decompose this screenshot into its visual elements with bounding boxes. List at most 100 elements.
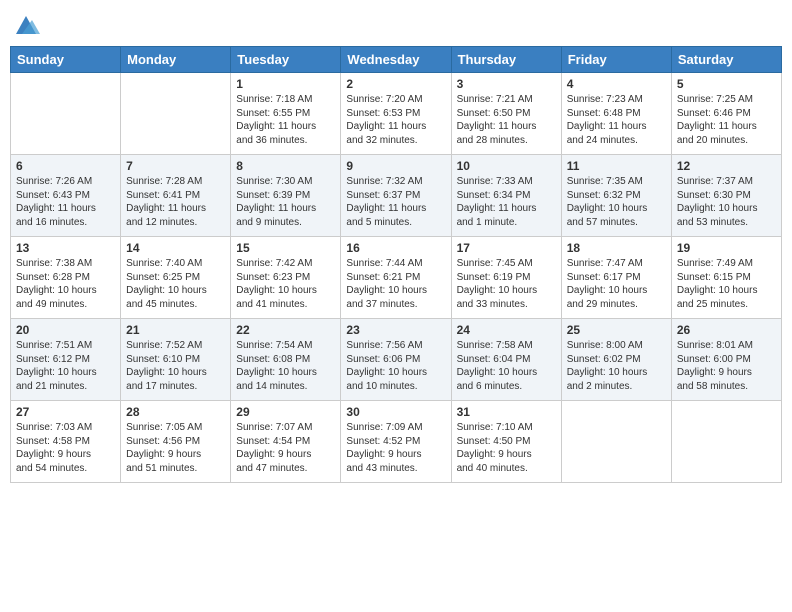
- day-number: 31: [457, 405, 556, 419]
- day-info: Sunrise: 8:01 AM Sunset: 6:00 PM Dayligh…: [677, 339, 776, 393]
- calendar-cell: 11 Sunrise: 7:35 AM Sunset: 6:32 PM Dayli…: [561, 155, 671, 237]
- day-info: Sunrise: 7:30 AM Sunset: 6:39 PM Dayligh…: [236, 175, 335, 229]
- day-info: Sunrise: 7:32 AM Sunset: 6:37 PM Dayligh…: [346, 175, 445, 229]
- calendar-week-3: 13 Sunrise: 7:38 AM Sunset: 6:28 PM Dayli…: [11, 237, 782, 319]
- day-number: 12: [677, 159, 776, 173]
- day-number: 2: [346, 77, 445, 91]
- day-info: Sunrise: 7:49 AM Sunset: 6:15 PM Dayligh…: [677, 257, 776, 311]
- day-number: 16: [346, 241, 445, 255]
- day-info: Sunrise: 7:03 AM Sunset: 4:58 PM Dayligh…: [16, 421, 115, 475]
- weekday-header-wednesday: Wednesday: [341, 47, 451, 73]
- calendar-cell: 30 Sunrise: 7:09 AM Sunset: 4:52 PM Dayli…: [341, 401, 451, 483]
- day-number: 5: [677, 77, 776, 91]
- day-number: 28: [126, 405, 225, 419]
- calendar-cell: 10 Sunrise: 7:33 AM Sunset: 6:34 PM Dayli…: [451, 155, 561, 237]
- calendar-cell: [11, 73, 121, 155]
- calendar-cell: 5 Sunrise: 7:25 AM Sunset: 6:46 PM Daylig…: [671, 73, 781, 155]
- calendar-cell: 27 Sunrise: 7:03 AM Sunset: 4:58 PM Dayli…: [11, 401, 121, 483]
- calendar-page: SundayMondayTuesdayWednesdayThursdayFrid…: [0, 0, 792, 612]
- day-info: Sunrise: 7:37 AM Sunset: 6:30 PM Dayligh…: [677, 175, 776, 229]
- day-number: 7: [126, 159, 225, 173]
- day-info: Sunrise: 7:18 AM Sunset: 6:55 PM Dayligh…: [236, 93, 335, 147]
- day-info: Sunrise: 7:38 AM Sunset: 6:28 PM Dayligh…: [16, 257, 115, 311]
- calendar-week-5: 27 Sunrise: 7:03 AM Sunset: 4:58 PM Dayli…: [11, 401, 782, 483]
- day-number: 17: [457, 241, 556, 255]
- weekday-header-tuesday: Tuesday: [231, 47, 341, 73]
- day-number: 21: [126, 323, 225, 337]
- calendar-cell: 23 Sunrise: 7:56 AM Sunset: 6:06 PM Dayli…: [341, 319, 451, 401]
- day-number: 4: [567, 77, 666, 91]
- calendar-week-4: 20 Sunrise: 7:51 AM Sunset: 6:12 PM Dayli…: [11, 319, 782, 401]
- day-info: Sunrise: 7:07 AM Sunset: 4:54 PM Dayligh…: [236, 421, 335, 475]
- day-number: 13: [16, 241, 115, 255]
- calendar-cell: 15 Sunrise: 7:42 AM Sunset: 6:23 PM Dayli…: [231, 237, 341, 319]
- calendar-cell: 17 Sunrise: 7:45 AM Sunset: 6:19 PM Dayli…: [451, 237, 561, 319]
- weekday-header-thursday: Thursday: [451, 47, 561, 73]
- day-number: 27: [16, 405, 115, 419]
- calendar-cell: 4 Sunrise: 7:23 AM Sunset: 6:48 PM Daylig…: [561, 73, 671, 155]
- calendar-cell: 24Sunrise: 7:58 AM Sunset: 6:04 PM Dayli…: [451, 319, 561, 401]
- logo-icon: [12, 10, 40, 38]
- header: [10, 10, 782, 38]
- day-number: 30: [346, 405, 445, 419]
- day-info: Sunrise: 7:56 AM Sunset: 6:06 PM Dayligh…: [346, 339, 445, 393]
- calendar-cell: 6 Sunrise: 7:26 AM Sunset: 6:43 PM Daylig…: [11, 155, 121, 237]
- calendar-cell: 13 Sunrise: 7:38 AM Sunset: 6:28 PM Dayli…: [11, 237, 121, 319]
- day-info: Sunrise: 7:33 AM Sunset: 6:34 PM Dayligh…: [457, 175, 556, 229]
- calendar-cell: 18Sunrise: 7:47 AM Sunset: 6:17 PM Dayli…: [561, 237, 671, 319]
- weekday-header-sunday: Sunday: [11, 47, 121, 73]
- calendar-cell: 21Sunrise: 7:52 AM Sunset: 6:10 PM Dayli…: [121, 319, 231, 401]
- calendar-cell: 9 Sunrise: 7:32 AM Sunset: 6:37 PM Daylig…: [341, 155, 451, 237]
- day-info: Sunrise: 7:44 AM Sunset: 6:21 PM Dayligh…: [346, 257, 445, 311]
- day-number: 14: [126, 241, 225, 255]
- day-info: Sunrise: 7:21 AM Sunset: 6:50 PM Dayligh…: [457, 93, 556, 147]
- calendar-cell: 20 Sunrise: 7:51 AM Sunset: 6:12 PM Dayli…: [11, 319, 121, 401]
- weekday-header-saturday: Saturday: [671, 47, 781, 73]
- day-info: Sunrise: 7:45 AM Sunset: 6:19 PM Dayligh…: [457, 257, 556, 311]
- day-info: Sunrise: 7:23 AM Sunset: 6:48 PM Dayligh…: [567, 93, 666, 147]
- day-number: 1: [236, 77, 335, 91]
- day-number: 11: [567, 159, 666, 173]
- calendar-cell: [671, 401, 781, 483]
- day-number: 9: [346, 159, 445, 173]
- calendar-week-2: 6 Sunrise: 7:26 AM Sunset: 6:43 PM Daylig…: [11, 155, 782, 237]
- calendar-cell: [121, 73, 231, 155]
- day-info: Sunrise: 7:05 AM Sunset: 4:56 PM Dayligh…: [126, 421, 225, 475]
- calendar-cell: [561, 401, 671, 483]
- day-number: 10: [457, 159, 556, 173]
- weekday-header-monday: Monday: [121, 47, 231, 73]
- calendar-cell: 31 Sunrise: 7:10 AM Sunset: 4:50 PM Dayli…: [451, 401, 561, 483]
- day-info: Sunrise: 7:09 AM Sunset: 4:52 PM Dayligh…: [346, 421, 445, 475]
- calendar-cell: 29Sunrise: 7:07 AM Sunset: 4:54 PM Dayli…: [231, 401, 341, 483]
- calendar-cell: 14 Sunrise: 7:40 AM Sunset: 6:25 PM Dayli…: [121, 237, 231, 319]
- calendar-cell: 3Sunrise: 7:21 AM Sunset: 6:50 PM Daylig…: [451, 73, 561, 155]
- day-info: Sunrise: 7:40 AM Sunset: 6:25 PM Dayligh…: [126, 257, 225, 311]
- day-number: 20: [16, 323, 115, 337]
- day-info: Sunrise: 7:28 AM Sunset: 6:41 PM Dayligh…: [126, 175, 225, 229]
- day-number: 19: [677, 241, 776, 255]
- day-info: Sunrise: 7:54 AM Sunset: 6:08 PM Dayligh…: [236, 339, 335, 393]
- day-info: Sunrise: 7:10 AM Sunset: 4:50 PM Dayligh…: [457, 421, 556, 475]
- day-info: Sunrise: 7:35 AM Sunset: 6:32 PM Dayligh…: [567, 175, 666, 229]
- day-number: 8: [236, 159, 335, 173]
- day-number: 6: [16, 159, 115, 173]
- day-number: 15: [236, 241, 335, 255]
- day-info: Sunrise: 7:25 AM Sunset: 6:46 PM Dayligh…: [677, 93, 776, 147]
- day-number: 26: [677, 323, 776, 337]
- day-info: Sunrise: 7:20 AM Sunset: 6:53 PM Dayligh…: [346, 93, 445, 147]
- day-info: Sunrise: 7:51 AM Sunset: 6:12 PM Dayligh…: [16, 339, 115, 393]
- calendar-table: SundayMondayTuesdayWednesdayThursdayFrid…: [10, 46, 782, 483]
- calendar-cell: 7 Sunrise: 7:28 AM Sunset: 6:41 PM Daylig…: [121, 155, 231, 237]
- day-number: 25: [567, 323, 666, 337]
- calendar-cell: 16 Sunrise: 7:44 AM Sunset: 6:21 PM Dayli…: [341, 237, 451, 319]
- day-info: Sunrise: 7:58 AM Sunset: 6:04 PM Dayligh…: [457, 339, 556, 393]
- calendar-cell: 22Sunrise: 7:54 AM Sunset: 6:08 PM Dayli…: [231, 319, 341, 401]
- calendar-week-1: 1 Sunrise: 7:18 AM Sunset: 6:55 PM Daylig…: [11, 73, 782, 155]
- day-info: Sunrise: 7:26 AM Sunset: 6:43 PM Dayligh…: [16, 175, 115, 229]
- calendar-cell: 25Sunrise: 8:00 AM Sunset: 6:02 PM Dayli…: [561, 319, 671, 401]
- weekday-header-friday: Friday: [561, 47, 671, 73]
- calendar-cell: 26 Sunrise: 8:01 AM Sunset: 6:00 PM Dayli…: [671, 319, 781, 401]
- day-number: 23: [346, 323, 445, 337]
- calendar-cell: 28 Sunrise: 7:05 AM Sunset: 4:56 PM Dayli…: [121, 401, 231, 483]
- day-info: Sunrise: 7:42 AM Sunset: 6:23 PM Dayligh…: [236, 257, 335, 311]
